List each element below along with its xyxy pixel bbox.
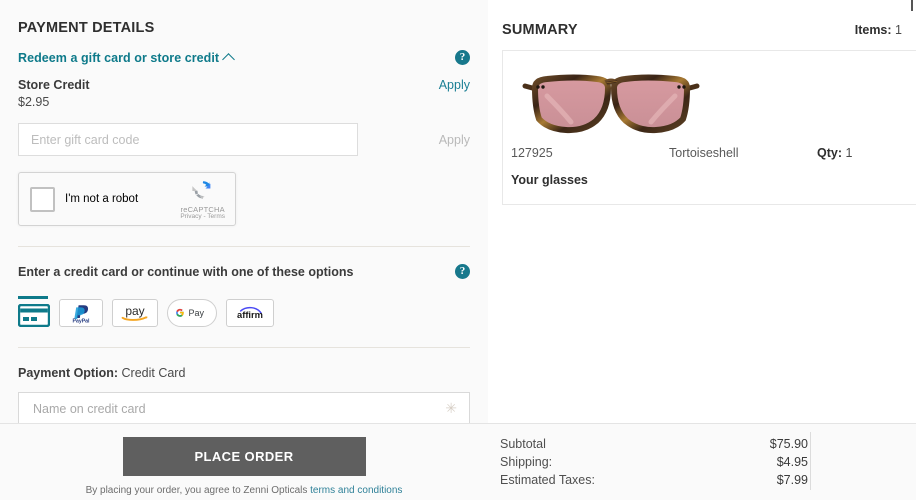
giftcard-row: Apply [18,123,470,156]
payment-method-paypal[interactable]: PayPal [59,299,103,327]
redeem-giftcard-label: Redeem a gift card or store credit [18,50,220,65]
credit-card-icon [18,304,50,327]
total-row-shipping: Shipping: $4.95 [500,453,808,471]
product-image [511,62,711,140]
selected-indicator [18,296,48,299]
recaptcha-branding: reCAPTCHA Privacy - Terms [180,178,225,221]
apply-store-credit-link[interactable]: Apply [439,78,470,92]
payment-option-label: Payment Option: [18,366,119,380]
payment-method-credit-card[interactable] [18,291,50,327]
payment-method-google-pay[interactable]: Pay [167,299,217,327]
totals-list: Subtotal $75.90 Shipping: $4.95 Estimate… [500,435,808,489]
total-row-taxes: Estimated Taxes: $7.99 [500,471,808,489]
help-icon-redeem[interactable]: ? [455,50,470,65]
taxes-label: Estimated Taxes: [500,473,595,487]
payment-method-list: PayPal pay Pay affirm [18,291,470,327]
eyeglasses-image-icon [522,74,700,134]
recaptcha-checkbox[interactable] [30,186,55,212]
shipping-label: Shipping: [500,455,553,469]
giftcard-code-input[interactable] [18,123,358,156]
recaptcha-terms[interactable]: Privacy - Terms [180,213,225,221]
redeem-giftcard-toggle[interactable]: Redeem a gift card or store credit [18,50,235,66]
payment-option-value: Credit Card [121,366,186,380]
shipping-value: $4.95 [776,455,808,469]
subtotal-value: $75.90 [769,437,808,451]
svg-text:affirm: affirm [237,310,263,320]
svg-text:PayPal: PayPal [72,318,90,324]
store-credit-amount: $2.95 [18,95,50,109]
product-meta-row: 127925 Tortoiseshell Qty: 1 [511,146,916,160]
items-value: 1 [895,23,902,37]
terms-and-conditions-link[interactable]: terms and conditions [310,485,402,496]
google-pay-icon: Pay [176,308,205,318]
svg-text:Pay: Pay [189,308,205,318]
recaptcha-widget[interactable]: I'm not a robot reCAPTCHA Privacy - Term… [18,172,236,226]
redeem-row: Redeem a gift card or store credit ? [18,50,470,66]
product-qty: Qty: 1 [817,146,852,160]
svg-text:pay: pay [125,304,144,318]
summary-title: SUMMARY [502,22,578,38]
product-color: Tortoiseshell [669,146,739,160]
recaptcha-logo-icon [192,180,211,199]
subtotal-label: Subtotal [500,437,546,451]
store-credit-row: Store Credit $2.95 Apply [18,78,470,109]
required-asterisk-icon: ✳ [445,400,457,416]
totals-separator [810,432,811,490]
payment-details-title: PAYMENT DETAILS [18,20,155,36]
store-credit-info: Store Credit $2.95 [18,78,90,109]
edge-mark [911,0,913,11]
summary-header: SUMMARY Items: 1 [502,22,916,38]
payment-method-affirm[interactable]: affirm [226,299,274,327]
amazon-pay-icon: pay [121,304,148,321]
recaptcha-label: I'm not a robot [65,193,139,205]
checkout-page: PAYMENT DETAILS Redeem a gift card or st… [0,0,916,500]
terms-prefix: By placing your order, you agree to Zenn… [85,485,308,496]
store-credit-label: Store Credit [18,78,90,92]
taxes-value: $7.99 [776,473,808,487]
section-divider-1 [18,246,470,247]
qty-label: Qty: [817,146,842,160]
product-name: Your glasses [511,173,588,187]
apply-giftcard-link[interactable]: Apply [439,133,470,147]
footer-totals: Subtotal $75.90 Shipping: $4.95 Estimate… [488,424,916,490]
product-card: 127925 Tortoiseshell Qty: 1 Your glasses [502,50,916,205]
total-row-subtotal: Subtotal $75.90 [500,435,808,453]
terms-line: By placing your order, you agree to Zenn… [0,485,488,496]
payment-method-amazon-pay[interactable]: pay [112,299,158,327]
product-sku: 127925 [511,146,553,160]
chevron-up-icon [222,53,235,66]
footer-left: PLACE ORDER By placing your order, you a… [0,424,488,496]
payment-options-header: Enter a credit card or continue with one… [18,264,470,279]
qty-value: 1 [845,146,853,160]
recaptcha-brand-name: reCAPTCHA [180,204,225,214]
items-label: Items: [854,23,892,37]
paypal-icon: PayPal [72,305,90,324]
place-order-button[interactable]: PLACE ORDER [122,437,366,476]
name-on-card-input[interactable] [31,400,446,417]
section-divider-2 [18,347,470,348]
checkout-footer-bar: PLACE ORDER By placing your order, you a… [0,423,916,500]
help-icon-options[interactable]: ? [455,264,470,279]
name-on-card-field[interactable]: ✳ [18,392,470,425]
affirm-icon: affirm [237,306,263,320]
payment-option-row: Payment Option: Credit Card [18,366,470,380]
items-count: Items: 1 [855,23,902,37]
payment-options-label: Enter a credit card or continue with one… [18,264,354,279]
